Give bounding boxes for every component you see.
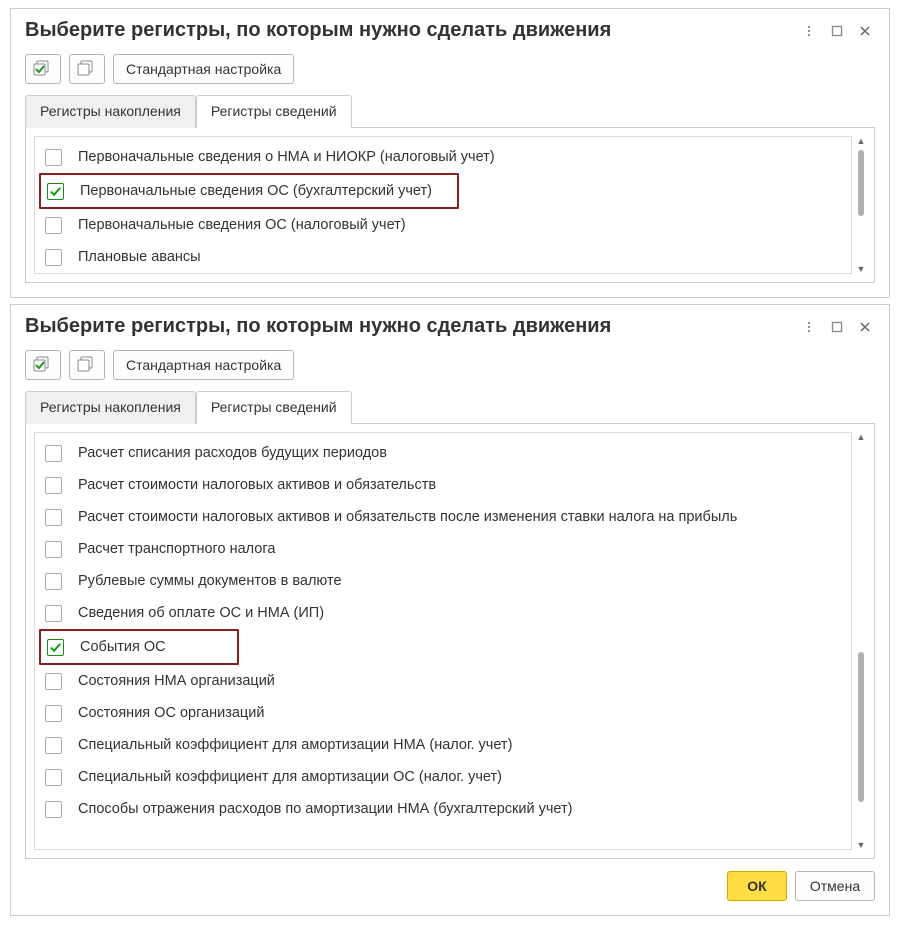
titlebar: Выберите регистры, по которым нужно сдел… xyxy=(25,315,875,344)
register-label: Сведения об оплате ОС и НМА (ИП) xyxy=(78,605,324,621)
register-row[interactable]: Первоначальные сведения ОС (бухгалтерски… xyxy=(41,175,457,207)
register-label: События ОС xyxy=(80,639,166,655)
register-row[interactable]: Сведения об оплате ОС и НМА (ИП) xyxy=(35,597,851,629)
register-row[interactable]: Плановые начисления xyxy=(35,273,851,274)
kebab-menu-icon[interactable] xyxy=(799,21,819,41)
uncheck-all-button[interactable] xyxy=(69,54,105,84)
register-checkbox[interactable] xyxy=(45,541,62,558)
register-checkbox[interactable] xyxy=(45,605,62,622)
tab-bar: Регистры накопления Регистры сведений xyxy=(25,390,875,424)
tab-bar: Регистры накопления Регистры сведений xyxy=(25,94,875,128)
register-row[interactable]: Расчет транспортного налога xyxy=(35,533,851,565)
register-row[interactable]: Рублевые суммы документов в валюте xyxy=(35,565,851,597)
tab-accumulation-registers[interactable]: Регистры накопления xyxy=(25,391,196,424)
register-row[interactable]: Расчет стоимости налоговых активов и обя… xyxy=(35,469,851,501)
register-label: Расчет стоимости налоговых активов и обя… xyxy=(78,477,436,493)
register-label: Расчет стоимости налоговых активов и обя… xyxy=(78,509,737,525)
register-row[interactable]: Плановые авансы xyxy=(35,241,851,273)
register-checkbox[interactable] xyxy=(45,509,62,526)
register-list: Расчет списания расходов будущих периодо… xyxy=(34,432,852,850)
register-checkbox[interactable] xyxy=(47,183,64,200)
register-label: Расчет транспортного налога xyxy=(78,541,275,557)
register-list-panel: Первоначальные сведения о НМА и НИОКР (н… xyxy=(25,127,875,283)
register-label: Плановые авансы xyxy=(78,249,201,265)
scroll-up-icon[interactable]: ▲ xyxy=(857,136,866,146)
register-checkbox[interactable] xyxy=(45,737,62,754)
toolbar: Стандартная настройка xyxy=(25,344,875,390)
register-checkbox[interactable] xyxy=(47,639,64,656)
scrollbar[interactable]: ▲ ▼ xyxy=(856,432,866,850)
standard-settings-button[interactable]: Стандартная настройка xyxy=(113,350,294,380)
register-checkbox[interactable] xyxy=(45,149,62,166)
ok-button[interactable]: ОК xyxy=(727,871,787,901)
register-row[interactable]: Первоначальные сведения о НМА и НИОКР (н… xyxy=(35,141,851,173)
register-row[interactable]: События ОС xyxy=(41,631,237,663)
scroll-down-icon[interactable]: ▼ xyxy=(857,264,866,274)
standard-settings-button[interactable]: Стандартная настройка xyxy=(113,54,294,84)
maximize-icon[interactable] xyxy=(827,21,847,41)
register-label: Состояния НМА организаций xyxy=(78,673,275,689)
register-label: Специальный коэффициент для амортизации … xyxy=(78,737,512,753)
register-label: Способы отражения расходов по амортизаци… xyxy=(78,801,572,817)
register-row[interactable]: Состояния ОС организаций xyxy=(35,697,851,729)
dialog-title: Выберите регистры, по которым нужно сдел… xyxy=(25,19,791,42)
register-checkbox[interactable] xyxy=(45,801,62,818)
scroll-down-icon[interactable]: ▼ xyxy=(857,840,866,850)
register-checkbox[interactable] xyxy=(45,217,62,234)
register-checkbox[interactable] xyxy=(45,673,62,690)
register-row[interactable]: Расчет списания расходов будущих периодо… xyxy=(35,437,851,469)
close-icon[interactable] xyxy=(855,21,875,41)
register-label: Специальный коэффициент для амортизации … xyxy=(78,769,502,785)
close-icon[interactable] xyxy=(855,317,875,337)
register-label: Расчет списания расходов будущих периодо… xyxy=(78,445,387,461)
register-row[interactable]: Состояния НМА организаций xyxy=(35,665,851,697)
register-row[interactable]: Первоначальные сведения ОС (налоговый уч… xyxy=(35,209,851,241)
register-row[interactable]: Специальный коэффициент для амортизации … xyxy=(35,729,851,761)
check-all-button[interactable] xyxy=(25,350,61,380)
uncheck-all-button[interactable] xyxy=(69,350,105,380)
toolbar: Стандартная настройка xyxy=(25,48,875,94)
scroll-up-icon[interactable]: ▲ xyxy=(857,432,866,442)
kebab-menu-icon[interactable] xyxy=(799,317,819,337)
register-checkbox[interactable] xyxy=(45,445,62,462)
register-row[interactable]: Специальный коэффициент для амортизации … xyxy=(35,761,851,793)
dialog-select-registers-bottom: Выберите регистры, по которым нужно сдел… xyxy=(10,304,890,916)
maximize-icon[interactable] xyxy=(827,317,847,337)
tab-accumulation-registers[interactable]: Регистры накопления xyxy=(25,95,196,128)
register-label: Первоначальные сведения ОС (бухгалтерски… xyxy=(80,183,432,199)
register-label: Первоначальные сведения ОС (налоговый уч… xyxy=(78,217,406,233)
titlebar: Выберите регистры, по которым нужно сдел… xyxy=(25,19,875,48)
register-label: Рублевые суммы документов в валюте xyxy=(78,573,342,589)
register-checkbox[interactable] xyxy=(45,477,62,494)
register-list-panel: Расчет списания расходов будущих периодо… xyxy=(25,423,875,859)
register-list: Первоначальные сведения о НМА и НИОКР (н… xyxy=(34,136,852,274)
cancel-button[interactable]: Отмена xyxy=(795,871,875,901)
dialog-footer: ОК Отмена xyxy=(25,859,875,901)
register-checkbox[interactable] xyxy=(45,769,62,786)
register-checkbox[interactable] xyxy=(45,705,62,722)
scrollbar[interactable]: ▲ ▼ xyxy=(856,136,866,274)
dialog-select-registers-top: Выберите регистры, по которым нужно сдел… xyxy=(10,8,890,298)
tab-information-registers[interactable]: Регистры сведений xyxy=(196,95,352,128)
register-checkbox[interactable] xyxy=(45,249,62,266)
register-label: Первоначальные сведения о НМА и НИОКР (н… xyxy=(78,149,495,165)
register-row[interactable]: Расчет стоимости налоговых активов и обя… xyxy=(35,501,851,533)
register-checkbox[interactable] xyxy=(45,573,62,590)
dialog-title: Выберите регистры, по которым нужно сдел… xyxy=(25,315,791,338)
register-row[interactable]: Способы отражения расходов по амортизаци… xyxy=(35,793,851,825)
tab-information-registers[interactable]: Регистры сведений xyxy=(196,391,352,424)
register-label: Состояния ОС организаций xyxy=(78,705,264,721)
check-all-button[interactable] xyxy=(25,54,61,84)
